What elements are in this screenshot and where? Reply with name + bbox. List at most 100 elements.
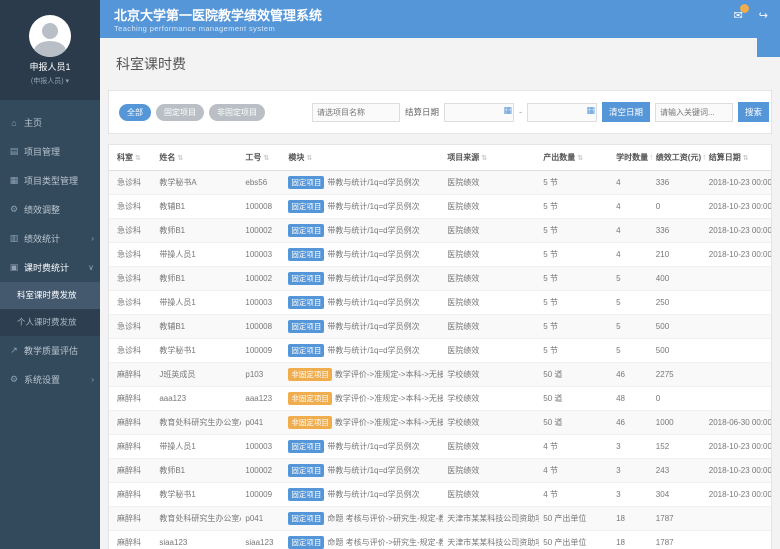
project-type-badge: 固定项目 — [288, 488, 324, 501]
sidebar-subitem-personal-hour-fee[interactable]: 个人课时费发放 — [0, 309, 100, 336]
cell-pay: 1787 — [652, 531, 705, 549]
table-row[interactable]: 急诊科教学秘书1100009固定项目带教与统计/1q=d学员例次医院绩效5 节5… — [109, 339, 771, 363]
column-header[interactable]: 模块⇅ — [284, 145, 443, 171]
cell-hours-qty: 5 — [612, 315, 652, 339]
keyword-search-input[interactable] — [655, 103, 733, 122]
table-row[interactable]: 急诊科教辅B1100008固定项目带教与统计/1q=d学员例次医院绩效5 节40… — [109, 195, 771, 219]
cell-settle-date — [705, 267, 771, 291]
cell-hours-qty: 4 — [612, 219, 652, 243]
table-row[interactable]: 急诊科带操人员1100003固定项目带教与统计/1q=d学员例次医院绩效5 节5… — [109, 291, 771, 315]
table-row[interactable]: 麻醉科aaa123aaa123非固定项目教学评价->准规定->本科->无接受人学… — [109, 387, 771, 411]
column-header[interactable]: 学时数量⇅ — [612, 145, 652, 171]
sort-icon[interactable]: ⇅ — [306, 155, 312, 162]
column-header-label: 模块 — [288, 153, 304, 162]
user-role-dropdown[interactable]: (申报人员) ▾ — [31, 76, 69, 86]
cell-department: 麻醉科 — [109, 483, 155, 507]
app-header: 北京大学第一医院教学绩效管理系统 Teaching performance ma… — [100, 0, 780, 38]
table-row[interactable]: 麻醉科siaa123siaa123固定项目命题 考核与评价->研究生-规定-教师… — [109, 531, 771, 549]
sort-icon[interactable]: ⇅ — [577, 155, 583, 162]
cell-output-qty: 5 节 — [539, 219, 612, 243]
sidebar-subitem-dept-hour-fee[interactable]: 科室课时费发放 — [0, 282, 100, 309]
search-button[interactable]: 搜索 — [738, 102, 769, 122]
cell-hours-qty: 48 — [612, 387, 652, 411]
cell-source: 医院绩效 — [443, 195, 539, 219]
project-name-input[interactable] — [312, 103, 400, 122]
column-header[interactable]: 结算日期⇅ — [705, 145, 771, 171]
sidebar-item-project-type-management[interactable]: ▦项目类型管理 — [0, 166, 100, 195]
cell-module: 固定项目带教与统计/1q=d学员例次 — [284, 171, 443, 195]
table-row[interactable]: 麻醉科带操人员1100003固定项目带教与统计/1q=d学员例次医院绩效4 节3… — [109, 435, 771, 459]
sort-icon[interactable]: ⇅ — [263, 155, 269, 162]
table-row[interactable]: 急诊科教辅B1100008固定项目带教与统计/1q=d学员例次医院绩效5 节55… — [109, 315, 771, 339]
sidebar-item-performance-stats[interactable]: ▥绩效统计› — [0, 224, 100, 253]
clear-date-button[interactable]: 清空日期 — [602, 102, 650, 122]
cell-pay: 304 — [652, 483, 705, 507]
column-header[interactable]: 姓名⇅ — [155, 145, 241, 171]
column-header[interactable]: 科室⇅ — [109, 145, 155, 171]
cell-source: 医院绩效 — [443, 267, 539, 291]
cell-pay: 400 — [652, 267, 705, 291]
cell-hours-qty: 3 — [612, 459, 652, 483]
table-row[interactable]: 麻醉科教师B1100002固定项目带教与统计/1q=d学员例次医院绩效4 节32… — [109, 459, 771, 483]
cell-name: J班英成员 — [155, 363, 241, 387]
cell-output-qty: 5 节 — [539, 195, 612, 219]
logout-icon[interactable]: ↪ — [759, 9, 768, 22]
table-row[interactable]: 麻醉科教育处科研究生办公室Ap041非固定项目教学评价->准规定->本科->无接… — [109, 411, 771, 435]
calendar-icon[interactable]: ▦ — [504, 106, 513, 115]
calendar-icon[interactable]: ▦ — [587, 106, 596, 115]
cell-pay: 250 — [652, 291, 705, 315]
file-icon: ▤ — [9, 146, 19, 157]
sort-icon[interactable]: ⇅ — [481, 155, 487, 162]
cell-hours-qty: 5 — [612, 291, 652, 315]
cell-department: 麻醉科 — [109, 459, 155, 483]
avatar[interactable] — [29, 15, 71, 57]
cell-employee-id: ebs56 — [241, 171, 284, 195]
sort-icon[interactable]: ⇅ — [650, 155, 652, 162]
header-corner-button[interactable] — [757, 38, 780, 57]
cell-pay: 152 — [652, 435, 705, 459]
table-row[interactable]: 麻醉科教育处科研究生办公室Ap041固定项目命题 考核与评价->研究生-规定-教… — [109, 507, 771, 531]
column-header[interactable]: 产出数量⇅ — [539, 145, 612, 171]
column-header[interactable]: 绩效工资(元)⇅ — [652, 145, 705, 171]
filter-tab-fixed[interactable]: 固定项目 — [156, 104, 204, 121]
sidebar-item-teaching-quality[interactable]: ↗教学质量评估 — [0, 336, 100, 365]
cell-settle-date: 2018-10-23 00:00:00 — [705, 483, 771, 507]
caret-down-icon: ▾ — [66, 78, 70, 85]
table-row[interactable]: 急诊科教师B1100002固定项目带教与统计/1q=d学员例次医院绩效5 节54… — [109, 267, 771, 291]
table-row[interactable]: 麻醉科教学秘书1100009固定项目带教与统计/1q=d学员例次医院绩效4 节3… — [109, 483, 771, 507]
sidebar-item-system-settings[interactable]: ⚙系统设置› — [0, 365, 100, 394]
cell-output-qty: 4 节 — [539, 483, 612, 507]
table-row[interactable]: 急诊科教师B1100002固定项目带教与统计/1q=d学员例次医院绩效5 节43… — [109, 219, 771, 243]
cell-pay: 1787 — [652, 507, 705, 531]
module-text: 带教与统计/1q=d学员例次 — [327, 250, 419, 259]
sidebar-item-home[interactable]: ⌂主页 — [0, 108, 100, 137]
sidebar-item-performance-adjust[interactable]: ⚙绩效调整 — [0, 195, 100, 224]
filter-tab-all[interactable]: 全部 — [119, 104, 151, 121]
cell-employee-id: 100003 — [241, 243, 284, 267]
cell-source: 学校绩效 — [443, 387, 539, 411]
cell-department: 急诊科 — [109, 195, 155, 219]
cell-pay: 243 — [652, 459, 705, 483]
filter-tab-nonfixed[interactable]: 非固定项目 — [209, 104, 265, 121]
cell-employee-id: p041 — [241, 411, 284, 435]
table-row[interactable]: 麻醉科J班英成员p103非固定项目教学评价->准规定->本科->无接受人学校绩效… — [109, 363, 771, 387]
sort-icon[interactable]: ⇅ — [177, 155, 183, 162]
sort-icon[interactable]: ⇅ — [703, 155, 705, 162]
sort-icon[interactable]: ⇅ — [135, 155, 141, 162]
table-row[interactable]: 急诊科教学秘书Aebs56固定项目带教与统计/1q=d学员例次医院绩效5 节43… — [109, 171, 771, 195]
column-header[interactable]: 工号⇅ — [241, 145, 284, 171]
sidebar-item-label: 课时费统计 — [24, 261, 69, 274]
cell-source: 医院绩效 — [443, 339, 539, 363]
sort-icon[interactable]: ⇅ — [743, 155, 749, 162]
column-header[interactable]: 项目来源⇅ — [443, 145, 539, 171]
cell-output-qty: 50 产出单位 — [539, 531, 612, 549]
cell-employee-id: 100008 — [241, 195, 284, 219]
column-header-label: 项目来源 — [447, 153, 479, 162]
cell-hours-qty: 18 — [612, 531, 652, 549]
sidebar-item-project-management[interactable]: ▤项目管理 — [0, 137, 100, 166]
cell-source: 医院绩效 — [443, 243, 539, 267]
sidebar-item-hour-fee-stats[interactable]: ▣课时费统计∨ — [0, 253, 100, 282]
module-text: 命题 考核与评价->研究生-规定-教师 — [327, 538, 443, 547]
table-row[interactable]: 急诊科带操人员1100003固定项目带教与统计/1q=d学员例次医院绩效5 节4… — [109, 243, 771, 267]
message-icon[interactable]: ✉ — [734, 9, 743, 22]
